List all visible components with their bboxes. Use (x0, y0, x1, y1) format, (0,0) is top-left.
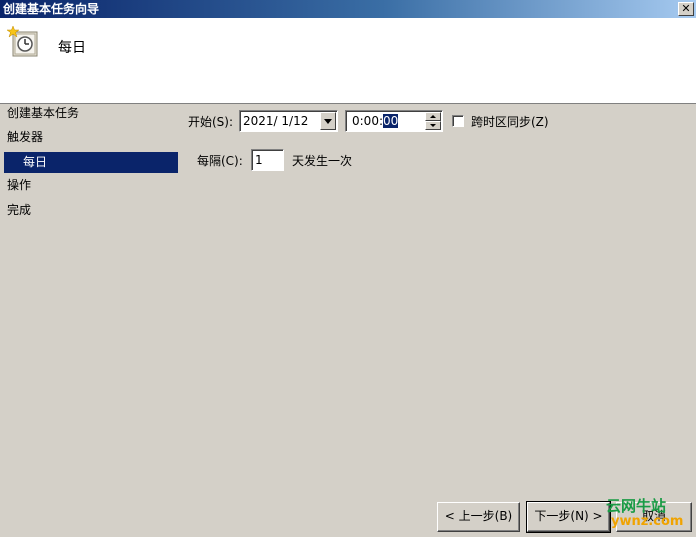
start-time-selected-seconds: 00 (383, 114, 399, 128)
chevron-down-icon[interactable] (320, 112, 336, 130)
recur-days-value: 1 (255, 153, 263, 167)
sidebar-item-action[interactable]: 操作 (7, 177, 31, 193)
start-time-value: 0:00:00 (352, 114, 399, 128)
start-label: 开始(S): (188, 115, 234, 129)
wizard-header: 每日 (0, 18, 696, 104)
start-date-picker[interactable]: 2021/ 1/12 (239, 110, 338, 132)
spin-down-icon[interactable] (425, 121, 441, 130)
sidebar-item-trigger[interactable]: 触发器 (7, 129, 43, 145)
watermark-url: ywnz.com (611, 514, 684, 529)
sidebar-item-create-basic-task[interactable]: 创建基本任务 (7, 105, 79, 121)
back-button[interactable]: < 上一步(B) (437, 502, 520, 532)
page-title: 每日 (58, 40, 86, 56)
close-icon: ✕ (681, 2, 691, 15)
title-bar: 创建基本任务向导 ✕ (0, 0, 696, 18)
sidebar-item-finish[interactable]: 完成 (7, 202, 31, 218)
recur-days-input[interactable]: 1 (251, 149, 284, 171)
sidebar-item-daily[interactable]: 每日 (4, 152, 178, 173)
clock-icon (7, 26, 38, 57)
spin-up-icon[interactable] (425, 112, 441, 121)
sidebar-item-label: 每日 (23, 155, 48, 169)
window-title: 创建基本任务向导 (3, 2, 100, 16)
sync-timezone-checkbox[interactable] (452, 115, 464, 127)
recur-suffix: 天发生一次 (292, 154, 353, 168)
next-button[interactable]: 下一步(N) > (526, 501, 611, 533)
watermark-text: 云网牛站 (606, 497, 667, 515)
sync-timezone-label: 跨时区同步(Z) (471, 115, 549, 129)
start-date-value: 2021/ 1/12 (243, 114, 309, 128)
start-time-field[interactable]: 0:00:00 (345, 110, 443, 132)
close-button[interactable]: ✕ (678, 2, 694, 16)
recur-label: 每隔(C): (197, 154, 243, 168)
